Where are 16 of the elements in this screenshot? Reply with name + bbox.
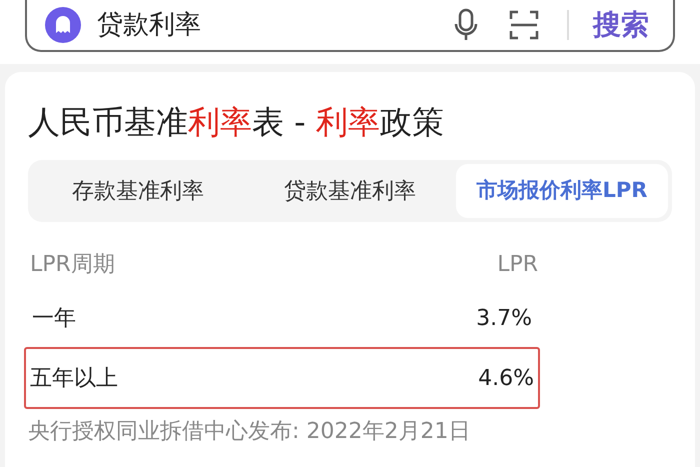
- scan-icon[interactable]: [509, 10, 539, 40]
- column-header: LPR周期: [30, 251, 115, 279]
- footnote: 央行授权同业拆借中心发布: 2022年2月21日: [28, 418, 472, 446]
- tab[interactable]: 存款基准利率: [32, 164, 244, 218]
- table-cell-text: 3.7%: [476, 304, 532, 332]
- search-field[interactable]: 贷款利率 搜索: [25, 0, 675, 52]
- column-header: LPR: [497, 251, 538, 279]
- tab[interactable]: 市场报价利率LPR: [456, 164, 668, 218]
- table-cell-text: 一年: [32, 304, 76, 332]
- tab[interactable]: 贷款基准利率: [244, 164, 456, 218]
- ghost-icon: [45, 7, 81, 43]
- search-button[interactable]: 搜索: [593, 4, 649, 46]
- table-cell-text: 五年以上: [30, 364, 118, 392]
- microphone-icon[interactable]: [453, 8, 479, 42]
- table-cell-text: 4.6%: [478, 364, 534, 392]
- card-title: 人民币基准利率表 - 利率政策: [28, 102, 445, 143]
